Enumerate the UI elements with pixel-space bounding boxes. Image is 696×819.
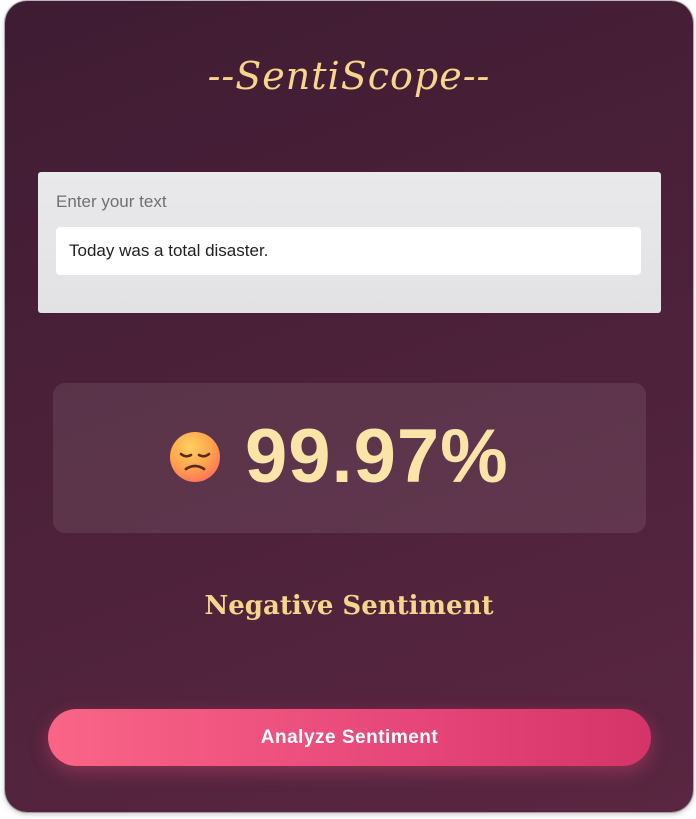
disappointed-face-icon (170, 432, 220, 482)
input-panel: Enter your text (38, 172, 661, 313)
input-label: Enter your text (56, 192, 167, 211)
app-title: --SentiScope-- (207, 54, 491, 98)
result-box: 99.97% (53, 383, 646, 533)
confidence-percentage: 99.97% (245, 414, 509, 499)
analyze-sentiment-button[interactable]: Analyze Sentiment (48, 709, 651, 766)
sentiment-card: --SentiScope-- Enter your text 99.97% Ne… (5, 1, 693, 812)
text-input[interactable] (56, 227, 641, 275)
sentiment-label: Negative Sentiment (204, 591, 494, 621)
